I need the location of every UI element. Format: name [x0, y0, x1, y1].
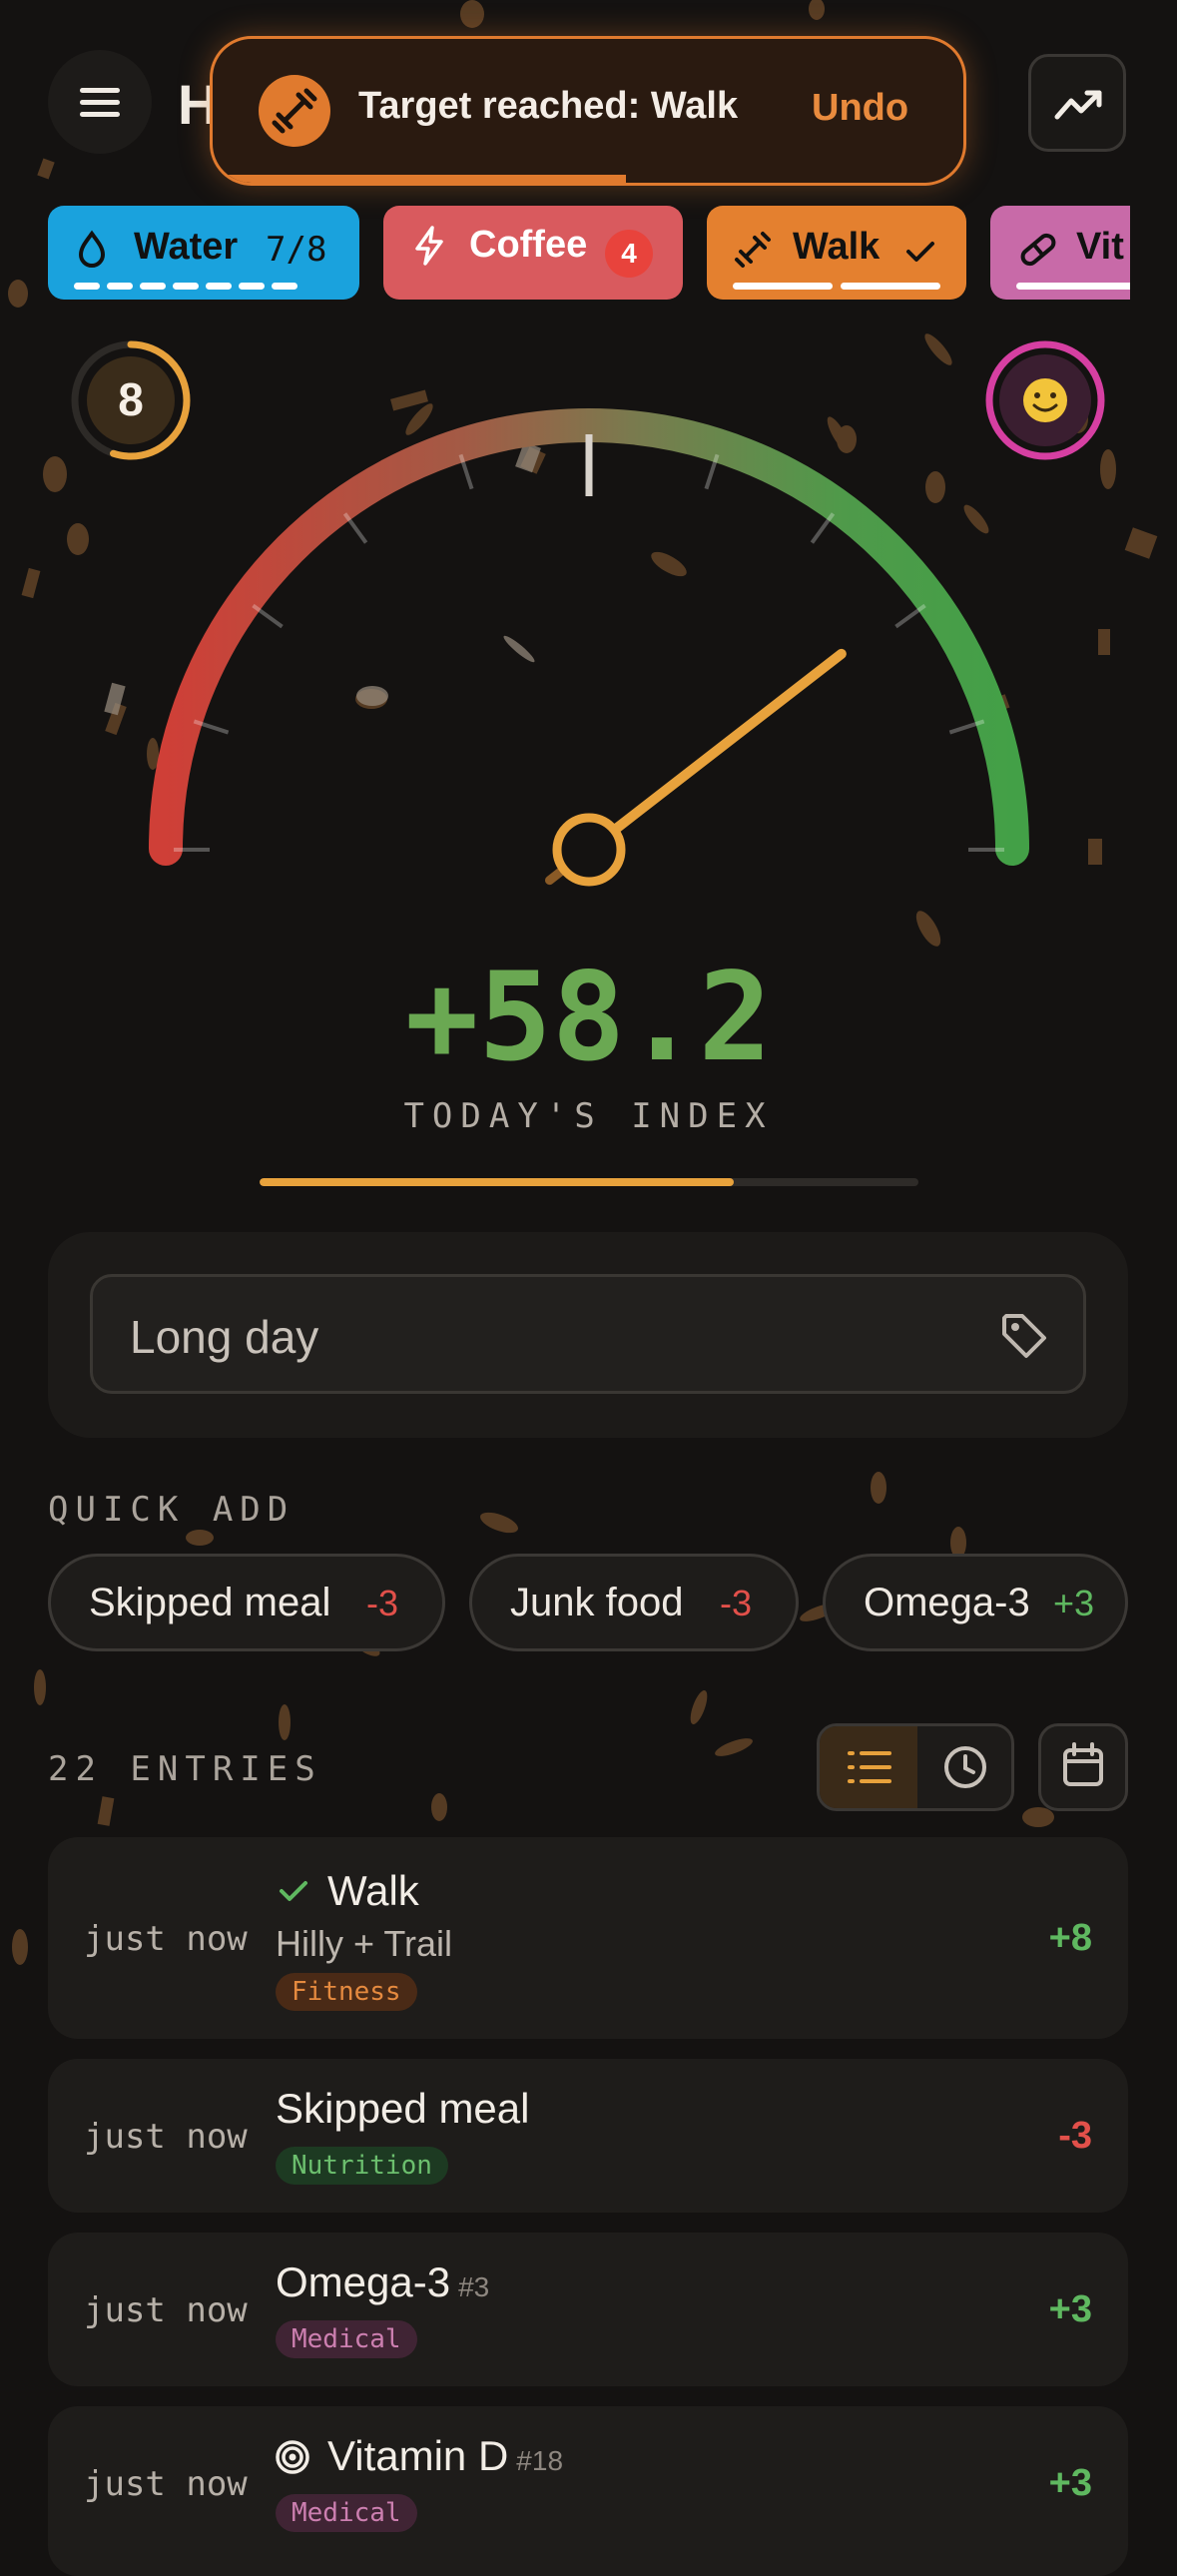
calendar-button[interactable]: [1038, 1723, 1128, 1811]
entry-title: Walk: [327, 1867, 419, 1914]
entry-time: just now: [84, 2464, 248, 2504]
chip-coffee[interactable]: Coffee 4: [383, 206, 683, 300]
gauge-tick: [252, 603, 284, 629]
entry-delta: +3: [1048, 2462, 1092, 2504]
entry-delta: +3: [1048, 2288, 1092, 2330]
mood-ring[interactable]: [984, 339, 1106, 461]
trending-up-icon: [1054, 90, 1102, 120]
quick-add-delta: -3: [366, 1583, 399, 1623]
droplet-icon: [78, 230, 106, 268]
quick-add-delta: -3: [720, 1583, 753, 1623]
entry-number: #18: [516, 2445, 564, 2476]
list-view-button[interactable]: [820, 1726, 917, 1808]
entry-delta: -3: [1058, 2115, 1092, 2157]
chip-water-progress-segment: [272, 283, 297, 290]
entry-title: Skipped meal: [276, 2085, 530, 2132]
entry-tag: Fitness: [276, 1973, 417, 2011]
index-label: TODAY'S INDEX: [403, 1096, 774, 1136]
dumbbell-icon: [735, 232, 771, 268]
index-score: +58.2: [404, 947, 773, 1088]
entry-row[interactable]: just now Omega-3 #3 Medical +3: [48, 2233, 1128, 2386]
entry-number: #3: [458, 2271, 490, 2302]
entry-time: just now: [84, 1919, 248, 1959]
index-progress-bar: [260, 1178, 918, 1186]
toast-progress: [213, 175, 626, 183]
entry-time: just now: [84, 2290, 248, 2330]
lightning-icon: [415, 226, 443, 266]
chip-water-label: Water: [134, 226, 239, 268]
calendar-icon: [1063, 1742, 1103, 1786]
chip-water[interactable]: Water 7/8: [48, 206, 359, 300]
entry-tag: Medical: [276, 2320, 417, 2358]
pill-icon: [1020, 233, 1056, 267]
trends-button[interactable]: [1028, 54, 1126, 152]
entry-tag: Nutrition: [276, 2147, 448, 2185]
list-icon: [848, 1751, 891, 1783]
entry-tag: Medical: [276, 2494, 417, 2532]
chip-vitamin-progress: [1016, 283, 1130, 290]
quick-add-label: Omega-3: [864, 1581, 1030, 1624]
chip-vitamin-label: Vit: [1076, 226, 1124, 268]
quick-add-skipped-meal[interactable]: Skipped meal -3: [48, 1554, 445, 1651]
entry-title-text: Omega-3: [276, 2258, 451, 2305]
gauge-needle: [609, 648, 847, 836]
gauge-tick: [810, 512, 836, 544]
entries-count: 22 ENTRIES: [48, 1749, 322, 1789]
chip-walk-label: Walk: [793, 226, 881, 268]
check-icon: [906, 242, 934, 262]
entry-row[interactable]: just now Vitamin D #18 Medical +3: [48, 2406, 1128, 2576]
clock-icon: [944, 1746, 986, 1788]
entry-row[interactable]: just now Walk Hilly + Trail Fitness +8: [48, 1837, 1128, 2039]
gauge-ticks: [174, 434, 1004, 852]
chip-water-progress-segment: [140, 283, 166, 290]
chip-walk[interactable]: Walk: [707, 206, 966, 300]
streak-value: 8: [118, 373, 144, 425]
entry-title-text: Vitamin D: [327, 2432, 509, 2479]
quick-add-omega-3[interactable]: Omega-3 +3: [823, 1554, 1128, 1651]
view-toggle: [817, 1723, 1014, 1811]
chip-water-progress-segment: [173, 283, 199, 290]
menu-button[interactable]: [48, 50, 152, 154]
smiley-icon: [1023, 378, 1067, 422]
chip-vitamin[interactable]: Vit: [990, 206, 1130, 300]
tag-icon[interactable]: [996, 1308, 1052, 1364]
note-text: Long day: [130, 1311, 319, 1363]
gauge-pivot: [552, 813, 626, 887]
undo-button[interactable]: Undo: [812, 87, 908, 130]
dumbbell-icon: [259, 75, 330, 147]
chip-water-count: 7/8: [266, 230, 327, 270]
toast-message: Target reached: Walk: [358, 85, 739, 127]
quick-add-label: Skipped meal: [89, 1581, 331, 1624]
entry-title: Vitamin D #18: [327, 2432, 563, 2480]
entry-row[interactable]: just now Skipped meal Nutrition -3: [48, 2059, 1128, 2213]
entry-title: Omega-3 #3: [276, 2258, 489, 2306]
chip-coffee-badge: 4: [605, 230, 653, 278]
chip-walk-progress-2: [841, 283, 940, 290]
entry-delta: +8: [1048, 1917, 1092, 1959]
timeline-view-button[interactable]: [917, 1726, 1011, 1808]
chip-water-progress-segment: [107, 283, 133, 290]
quick-add-delta: +3: [1053, 1583, 1095, 1623]
gauge-tick: [894, 603, 926, 629]
entry-subtitle: Hilly + Trail: [276, 1923, 453, 1964]
check-icon: [280, 1881, 307, 1901]
chip-water-progress-segment: [206, 283, 232, 290]
quick-add-label: Junk food: [510, 1581, 684, 1624]
streak-ring: 8: [71, 340, 191, 460]
entry-time: just now: [84, 2117, 248, 2157]
index-progress-fill: [260, 1178, 735, 1186]
toast-notification: Target reached: Walk Undo: [210, 36, 966, 186]
target-icon: [276, 2440, 309, 2474]
gauge-tick: [342, 512, 368, 544]
chip-water-progress-segment: [239, 283, 265, 290]
chip-coffee-label: Coffee: [469, 224, 588, 266]
quick-add-junk-food[interactable]: Junk food -3: [469, 1554, 799, 1651]
chip-water-progress-segment: [74, 283, 100, 290]
chip-walk-progress-1: [733, 283, 833, 290]
quick-add-title: QUICK ADD: [48, 1490, 295, 1530]
